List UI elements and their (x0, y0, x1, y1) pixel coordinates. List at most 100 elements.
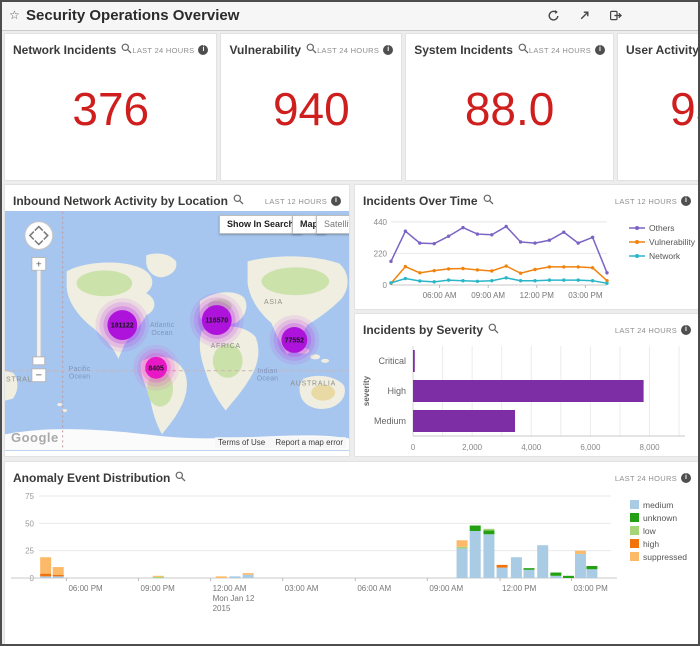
info-icon[interactable]: i (681, 473, 691, 483)
anomaly-bar-02-30-pm[interactable] (575, 551, 586, 578)
incidents-by-severity-panel: Incidents by Severity LAST 24 HOURS i 02… (354, 313, 700, 457)
anomaly-bar-11-30-am[interactable] (511, 557, 522, 578)
panel-title: Vulnerability (229, 43, 301, 57)
legend-item-suppressed[interactable]: suppressed (630, 550, 687, 563)
incidents-over-time-panel: Incidents Over Time LAST 12 HOURS i 4402… (354, 184, 700, 310)
svg-text:6,000: 6,000 (580, 443, 601, 452)
svg-text:0: 0 (383, 281, 388, 290)
svg-text:50: 50 (25, 519, 34, 528)
severity-bar-high[interactable] (413, 380, 644, 402)
anomaly-bar-04-30-pm[interactable] (40, 557, 51, 578)
map-label: Ocean (257, 376, 278, 383)
svg-text:75: 75 (25, 492, 34, 501)
anomaly-bar-11-30-pm[interactable] (216, 576, 227, 578)
anomaly-bar-12-30-am[interactable] (243, 573, 254, 578)
export-icon[interactable] (609, 9, 622, 22)
map-canvas: ASIAAFRICAAUSTRALIASTRALIAAtlanticOceanP… (5, 211, 349, 451)
anomaly-bar-09-30-am[interactable] (457, 540, 468, 578)
map-label: Pacific (69, 366, 91, 373)
magnifier-icon[interactable] (518, 41, 529, 59)
kpi-system-incidents: System Incidents LAST 24 HOURS i 88.0 (405, 33, 614, 181)
legend-item-others[interactable]: Others (629, 221, 695, 235)
report-map-error-link[interactable]: Report a map error (275, 438, 343, 447)
anomaly-bar-10-00-am[interactable] (470, 526, 481, 578)
kpi-value: 88.0 (406, 82, 613, 136)
anomaly-bar-10-30-am[interactable] (483, 529, 494, 578)
svg-text:03:00 PM: 03:00 PM (568, 291, 603, 300)
legend-item-high[interactable]: high (630, 537, 687, 550)
page-title: Security Operations Overview (26, 7, 239, 24)
svg-text:77552: 77552 (285, 337, 304, 344)
info-icon[interactable]: i (331, 196, 341, 206)
severity-bar-critical[interactable] (413, 350, 415, 372)
satellite-mode-button[interactable]: Satellite (316, 215, 349, 234)
map-marker-181122[interactable]: 181122 (95, 298, 149, 352)
dashboard: ☆ Security Operations Overview Network I… (0, 0, 700, 646)
show-in-search-button[interactable]: Show In Search (219, 215, 302, 234)
expand-icon[interactable] (578, 9, 591, 22)
severity-bar-medium[interactable] (413, 410, 515, 432)
anomaly-event-distribution-panel: Anomaly Event Distribution LAST 24 HOURS… (4, 461, 700, 646)
legend-item-network[interactable]: Network (629, 249, 695, 263)
google-logo[interactable]: Google (11, 430, 59, 445)
legend-item-unknown[interactable]: unknown (630, 511, 687, 524)
terms-of-use-link[interactable]: Terms of Use (218, 438, 265, 447)
svg-text:06:00 AM: 06:00 AM (357, 584, 391, 593)
svg-text:12:00 PM: 12:00 PM (520, 291, 555, 300)
anomaly-bar-03-00-pm[interactable] (586, 566, 597, 578)
anomaly-bar-12-00-am[interactable] (229, 576, 240, 578)
anomaly-bar-01-30-pm[interactable] (550, 573, 561, 578)
magnifier-icon[interactable] (121, 41, 132, 59)
map-attribution: Terms of Use Report a map error (215, 437, 346, 448)
info-icon[interactable]: i (198, 45, 208, 55)
severity-category: High (387, 386, 406, 396)
anomaly-bar-12-30-pm[interactable] (523, 568, 534, 578)
severity-category: Medium (374, 416, 406, 426)
svg-text:severity: severity (362, 375, 371, 406)
map-marker-8405[interactable]: 8405 (133, 345, 179, 391)
map-label: Atlantic (150, 322, 175, 329)
info-icon[interactable]: i (595, 45, 605, 55)
svg-text:12:00 PM: 12:00 PM (502, 584, 537, 593)
kpi-value: 935 (618, 82, 700, 136)
chart-legend: mediumunknownlowhighsuppressed (630, 498, 687, 563)
svg-text:181122: 181122 (111, 323, 134, 330)
panel-title: Incidents by Severity (363, 323, 483, 337)
map-pan-control[interactable] (25, 222, 53, 250)
info-icon[interactable]: i (681, 196, 691, 206)
legend-item-medium[interactable]: medium (630, 498, 687, 511)
anomaly-bar-11-00-am[interactable] (497, 565, 508, 578)
magnifier-icon[interactable] (488, 321, 499, 339)
incidents-by-severity-chart: 02,0004,0006,0008,000CriticalHighMediums… (359, 340, 697, 461)
magnifier-icon[interactable] (175, 469, 186, 487)
map-panel: Inbound Network Activity by Location LAS… (4, 184, 350, 457)
magnifier-icon[interactable] (306, 41, 317, 59)
world-map[interactable]: ASIAAFRICAAUSTRALIASTRALIAAtlanticOceanP… (5, 211, 349, 451)
map-marker-77552[interactable]: 77552 (269, 315, 319, 365)
magnifier-icon[interactable] (233, 192, 244, 210)
info-icon[interactable]: i (681, 325, 691, 335)
favorite-star-icon[interactable]: ☆ (9, 8, 20, 22)
anomaly-bar-01-00-pm[interactable] (537, 545, 548, 578)
svg-text:03:00 PM: 03:00 PM (574, 584, 609, 593)
map-marker-116570[interactable]: 116570 (190, 293, 244, 347)
svg-text:8,000: 8,000 (640, 443, 661, 452)
panel-title: Inbound Network Activity by Location (13, 194, 228, 208)
time-range-label: LAST 24 HOURS (615, 326, 677, 335)
info-icon[interactable]: i (383, 45, 393, 55)
anomaly-bar-02-00-pm[interactable] (563, 576, 574, 578)
time-range-label: LAST 24 HOURS (317, 46, 379, 55)
anomaly-bar-05-00-pm[interactable] (53, 567, 64, 578)
map-label: ASIA (264, 299, 283, 306)
kpi-user-activity: User Activity LAST 24 HOURS i 935 (617, 33, 700, 181)
dashboard-header: ☆ Security Operations Overview (2, 2, 698, 31)
severity-category: Critical (378, 356, 406, 366)
refresh-icon[interactable] (547, 9, 560, 22)
legend-item-low[interactable]: low (630, 524, 687, 537)
anomaly-bar-08-45-pm[interactable] (153, 576, 164, 578)
legend-item-vulnerability[interactable]: Vulnerability (629, 235, 695, 249)
svg-text:Mon Jan 12: Mon Jan 12 (213, 594, 255, 603)
magnifier-icon[interactable] (483, 192, 494, 210)
kpi-value: 940 (221, 82, 401, 136)
panel-title: Network Incidents (13, 43, 116, 57)
